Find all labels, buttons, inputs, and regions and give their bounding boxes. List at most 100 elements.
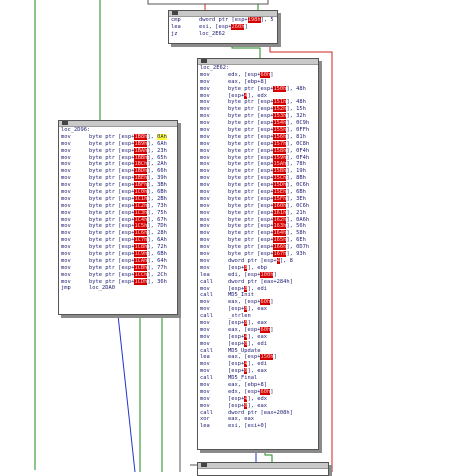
operand: [esp+ <box>228 395 245 402</box>
code-line[interactable]: mov [esp+8], edi <box>200 285 318 293</box>
code-line[interactable]: lea esi, [esi+0] <box>200 423 318 430</box>
code-line[interactable]: xor eax, eax <box>200 416 318 423</box>
code-line[interactable]: mov [esp+0], eax <box>200 368 318 375</box>
code-line[interactable]: mov byte ptr [esp+1CCh], 2Ch <box>61 271 177 279</box>
code-line[interactable]: jz loc_2E62 <box>171 31 277 38</box>
code-line[interactable]: mov byte ptr [esp+1BBh], 65h <box>61 154 177 162</box>
code-line[interactable]: mov byte ptr [esp+153h], 32h <box>200 113 318 120</box>
code-line[interactable]: mov byte ptr [esp+15Fh], 3Eh <box>200 195 318 203</box>
code-line[interactable]: mov eax, [esp+60h] <box>200 326 318 334</box>
code-line[interactable]: lea edi, [esp+100h] <box>200 271 318 279</box>
code-line[interactable]: mov byte ptr [esp+1CAh], 64h <box>61 257 177 265</box>
code-line[interactable]: mov byte ptr [esp+162h], 0A6h <box>200 216 318 224</box>
code-line[interactable]: mov byte ptr [esp+1C5h], 7Dh <box>61 223 177 230</box>
code-line[interactable]: mov byte ptr [esp+1CBh], 77h <box>61 264 177 272</box>
ida-graph-view[interactable]: cmp dword ptr [esp+198h], 5 lea esi, [esp+2… <box>0 0 474 476</box>
code-line[interactable]: call dword ptr [eax+208h] <box>200 410 318 417</box>
node-menu-icon[interactable] <box>201 463 207 467</box>
node-menu-icon[interactable] <box>201 59 207 63</box>
node-menu-icon[interactable] <box>62 121 68 125</box>
code-line[interactable]: mov byte ptr [esp+1B9h], 6Ah <box>61 140 177 148</box>
operand: ] <box>273 354 277 361</box>
code-line[interactable]: mov byte ptr [esp+161h], 21h <box>200 209 318 217</box>
node-bottom[interactable] <box>197 462 329 476</box>
operand: loc_2E62 <box>199 30 225 37</box>
code-line[interactable]: mov byte ptr [esp+15Ch], 8Bh <box>200 175 318 182</box>
code-line[interactable]: call MD5_Init <box>200 292 318 299</box>
code-line[interactable]: mov byte ptr [esp+1BEh], 39h <box>61 175 177 182</box>
node-loc-2d96[interactable]: loc_2D96: mov byte ptr [esp+1B8h], 0Ah mov b… <box>58 120 178 315</box>
operand: MD5_Update <box>228 347 261 354</box>
code-line[interactable]: mov [esp+4], eax <box>200 333 318 341</box>
code-line[interactable]: mov byte ptr [esp+1CDh], 36h <box>61 278 177 286</box>
code-line[interactable]: loc_2D96: <box>61 127 177 134</box>
mnemonic: mov <box>200 319 210 326</box>
code-line[interactable]: mov [esp+8], eax <box>200 306 318 313</box>
operand: byte ptr [esp+ <box>228 106 274 113</box>
code-line[interactable]: mov byte ptr [esp+158h], 0F4h <box>200 147 318 155</box>
code-line[interactable]: mov byte ptr [esp+154h], 0C9h <box>200 120 318 127</box>
code-line[interactable]: mov byte ptr [esp+1C9h], 6Bh <box>61 251 177 258</box>
code-line[interactable]: mov [esp+0], eax <box>200 402 318 410</box>
code-line[interactable]: mov byte ptr [esp+150h], 48h <box>200 85 318 93</box>
code-line[interactable]: mov byte ptr [esp+156h], 81h <box>200 133 318 141</box>
code-line[interactable]: mov byte ptr [esp+15Dh], 0C6h <box>200 182 318 189</box>
code-line[interactable]: lea eax, [esp+150h] <box>200 354 318 361</box>
code-line[interactable]: mov dword ptr [esp+4], 8 <box>200 257 318 265</box>
code-line[interactable]: mov eax, [ebp+8] <box>200 382 318 389</box>
mnemonic: mov <box>61 161 71 168</box>
code-line[interactable]: mov byte ptr [esp+160h], 0C6h <box>200 202 318 210</box>
code-line[interactable]: call MD5_Final <box>200 375 318 382</box>
code-line[interactable]: mov [esp+4], edi <box>200 361 318 368</box>
code-line[interactable]: cmp dword ptr [esp+198h], 5 <box>171 17 277 24</box>
code-line[interactable]: loc_2E62: <box>200 65 318 72</box>
code-line[interactable]: mov byte ptr [esp+1B8h], 0Ah <box>61 133 177 141</box>
code-line[interactable]: mov byte ptr [esp+1BCh], 2Ah <box>61 161 177 168</box>
code-line[interactable]: mov byte ptr [esp+1C7h], 6Ah <box>61 237 177 244</box>
code-line[interactable]: call MD5_Update <box>200 348 318 355</box>
code-line[interactable]: mov [esp+8], eax <box>200 319 318 327</box>
code-line[interactable]: mov [esp+0], edi <box>200 340 318 348</box>
node-menu-icon[interactable] <box>172 11 178 15</box>
code-line[interactable]: mov byte ptr [esp+1C0h], 6Bh <box>61 189 177 196</box>
code-line[interactable]: mov byte ptr [esp+1C1h], 2Bh <box>61 195 177 203</box>
code-line[interactable]: mov edx, [esp+60h] <box>200 388 318 396</box>
code-line[interactable]: call _strlen <box>200 313 318 320</box>
code-line[interactable]: mov byte ptr [esp+164h], 58h <box>200 230 318 237</box>
code-line[interactable]: mov byte ptr [esp+163h], 56h <box>200 223 318 230</box>
code-line[interactable]: mov byte ptr [esp+159h], 0F4h <box>200 154 318 162</box>
code-line[interactable]: mov byte ptr [esp+166h], 0D7h <box>200 244 318 251</box>
stack-offset: 153h <box>273 113 287 120</box>
code-line[interactable]: mov byte ptr [esp+157h], 0C8h <box>200 140 318 148</box>
code-line[interactable]: mov [esp+4], edx <box>200 395 318 403</box>
code-line[interactable]: mov [esp+8], ebp <box>200 264 318 272</box>
code-line[interactable]: mov edx, [esp+60h] <box>200 71 318 79</box>
operand: byte ptr [esp+ <box>89 202 135 209</box>
code-line[interactable]: mov byte ptr [esp+165h], 6Eh <box>200 237 318 244</box>
code-line[interactable]: lea esi, [esp+260h] <box>171 23 277 31</box>
code-line[interactable]: mov byte ptr [esp+155h], 0FFh <box>200 127 318 134</box>
code-line[interactable]: jmp loc_2DA0 <box>61 285 177 292</box>
code-line[interactable]: mov byte ptr [esp+15Eh], 6Bh <box>200 189 318 196</box>
node-cmp-block[interactable]: cmp dword ptr [esp+198h], 5 lea esi, [esp+2… <box>168 10 278 44</box>
stack-offset: 100h <box>260 271 274 278</box>
code-line[interactable]: mov byte ptr [esp+151h], 48h <box>200 99 318 106</box>
code-line[interactable]: mov byte ptr [esp+1C8h], 72h <box>61 244 177 251</box>
code-line[interactable]: mov byte ptr [esp+1BAh], 23h <box>61 147 177 155</box>
code-line[interactable]: mov [esp+4], edx <box>200 92 318 100</box>
code-line[interactable]: mov byte ptr [esp+1BDh], 66h <box>61 168 177 175</box>
code-line[interactable]: mov byte ptr [esp+167h], 93h <box>200 251 318 258</box>
code-line[interactable]: mov byte ptr [esp+15Ah], 78h <box>200 161 318 168</box>
code-line[interactable]: mov byte ptr [esp+1C6h], 28h <box>61 230 177 237</box>
code-line[interactable]: mov byte ptr [esp+1C2h], 73h <box>61 202 177 210</box>
code-line[interactable]: mov eax, [esp+60h] <box>200 299 318 306</box>
code-line[interactable]: mov byte ptr [esp+1C3h], 75h <box>61 209 177 217</box>
code-line[interactable]: mov eax, [ebp+8] <box>200 79 318 86</box>
code-line[interactable]: mov byte ptr [esp+15Bh], 19h <box>200 168 318 175</box>
mnemonic: mov <box>61 257 71 264</box>
code-line[interactable]: mov byte ptr [esp+1C4h], 67h <box>61 216 177 224</box>
node-loc-2e62[interactable]: loc_2E62: mov edx, [esp+60h] mov eax, [ebp+8… <box>197 58 319 450</box>
code-line[interactable]: mov byte ptr [esp+1BFh], 3Bh <box>61 182 177 189</box>
code-line[interactable]: mov byte ptr [esp+152h], 15h <box>200 106 318 113</box>
code-line[interactable]: call dword ptr [eax+284h] <box>200 279 318 286</box>
